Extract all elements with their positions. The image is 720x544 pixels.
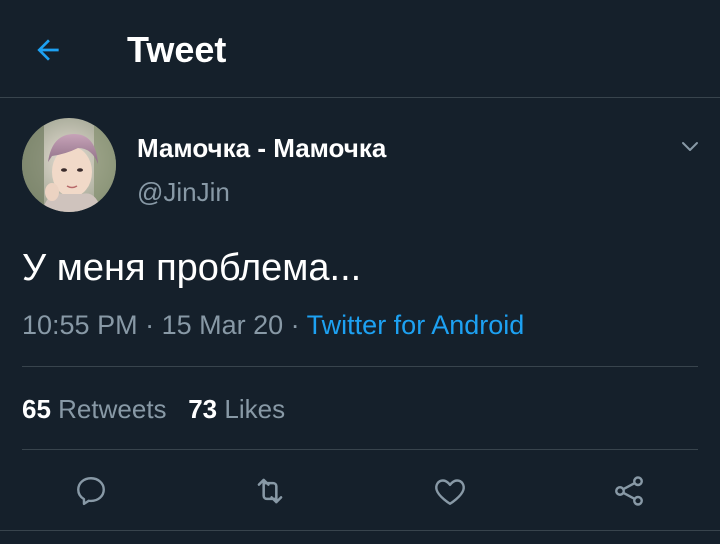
retweets-label: Retweets	[58, 394, 167, 424]
retweets-count: 65	[22, 394, 51, 424]
likes-label: Likes	[224, 394, 286, 424]
author-handle[interactable]: @JinJin	[137, 176, 230, 208]
top-bar: Tweet	[0, 0, 720, 98]
tweet-time: 10:55 PM	[22, 310, 138, 340]
back-button[interactable]	[28, 30, 68, 70]
action-bar	[0, 462, 720, 518]
likes-count: 73	[188, 394, 218, 424]
retweets-stat[interactable]: 65 Retweets	[22, 394, 167, 424]
heart-icon	[435, 479, 465, 505]
arrow-left-icon	[37, 39, 59, 61]
divider	[22, 449, 698, 450]
tweet-metadata: 10:55 PM · 15 Mar 20 · Twitter for Andro…	[22, 308, 524, 342]
meta-separator: ·	[137, 310, 162, 340]
avatar-photo	[22, 118, 116, 212]
author-display-name[interactable]: Мамочка - Мамочка	[137, 132, 386, 164]
tweet-source-link[interactable]: Twitter for Android	[307, 310, 525, 340]
more-options-button[interactable]	[672, 128, 708, 164]
likes-stat[interactable]: 73 Likes	[188, 394, 285, 424]
like-button[interactable]	[429, 470, 471, 512]
engagement-stats: 65 Retweets 73 Likes	[22, 392, 285, 426]
share-button[interactable]	[608, 470, 650, 512]
tweet-date: 15 Mar 20	[161, 310, 284, 340]
meta-separator: ·	[283, 310, 307, 340]
page-title: Tweet	[127, 29, 227, 70]
tweet-detail-page: Tweet Мамочка - Мамочка @JinJin У меня п…	[0, 0, 720, 544]
chevron-down-icon	[682, 142, 698, 151]
share-icon	[615, 476, 643, 506]
reply-button[interactable]	[70, 470, 112, 512]
reply-icon	[77, 477, 105, 506]
retweet-button[interactable]	[249, 470, 291, 512]
avatar[interactable]	[22, 118, 116, 212]
retweet-icon	[257, 478, 283, 504]
tweet-text: У меня проблема...	[22, 247, 362, 289]
divider	[0, 530, 720, 531]
divider	[22, 366, 698, 367]
